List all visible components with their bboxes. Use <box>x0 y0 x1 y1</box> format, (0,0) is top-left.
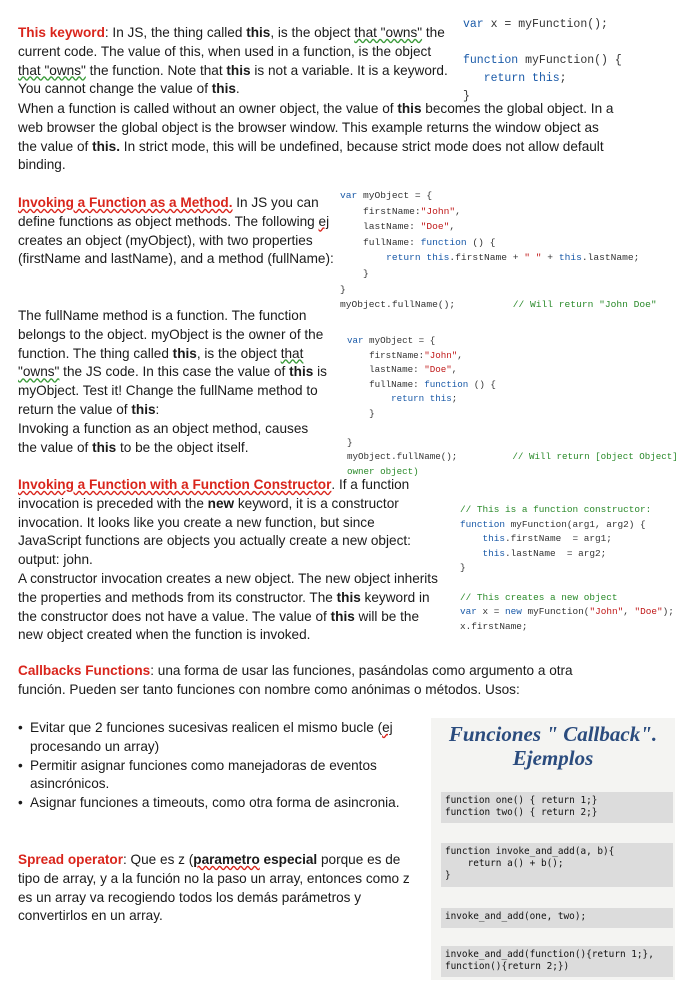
code-snippet-return-this: var myObject = { firstName:"John", lastN… <box>347 335 678 477</box>
code-snippet-this-function: var x = myFunction(); function myFunctio… <box>463 18 622 103</box>
section-title-function-constructor: Invoking a Function with a Function Cons… <box>18 477 332 492</box>
callbacks-uses-list: Evitar que 2 funciones sucesivas realice… <box>18 719 418 813</box>
callbacks-paragraph: Callbacks Functions: una forma de usar l… <box>18 663 573 697</box>
slide-code-box: invoke_and_add(function(){return 1;}, fu… <box>441 946 673 977</box>
this-keyword-paragraph: This keyword: In JS, the thing called th… <box>18 25 448 97</box>
section-title-invoking-method: Invoking a Function as a Method. <box>18 195 233 210</box>
section-title-this-keyword: This keyword <box>18 25 105 40</box>
fullname-method-paragraph: The fullName method is a function. The f… <box>18 308 327 455</box>
code-snippet-constructor: // This is a function constructor: funct… <box>460 504 674 632</box>
slide-code-box: invoke_and_add(one, two); <box>441 908 673 928</box>
callback-examples-slide: Funciones " Callback". Ejemplos function… <box>431 718 675 980</box>
spread-operator-paragraph: Spread operator: Que es z (parametro esp… <box>18 852 410 924</box>
list-item: Asignar funciones a timeouts, como otra … <box>18 794 418 813</box>
slide-title: Funciones " Callback". <box>448 722 658 746</box>
invoking-method-paragraph: Invoking a Function as a Method. In JS y… <box>18 195 334 267</box>
slide-code-box: function one() { return 1;} function two… <box>441 792 673 823</box>
list-item: Evitar que 2 funciones sucesivas realice… <box>18 719 418 757</box>
section-title-callbacks: Callbacks Functions <box>18 663 151 678</box>
slide-subtitle: Ejemplos <box>512 746 594 770</box>
list-item: Permitir asignar funciones como manejado… <box>18 757 418 795</box>
slide-code-box: function invoke_and_add(a, b){ return a(… <box>441 843 673 887</box>
this-keyword-global-paragraph: When a function is called without an own… <box>18 101 614 173</box>
section-title-spread-operator: Spread operator <box>18 852 123 867</box>
code-snippet-object-method: var myObject = { firstName:"John", lastN… <box>340 190 657 311</box>
constructor-paragraph: Invoking a Function with a Function Cons… <box>18 477 438 643</box>
